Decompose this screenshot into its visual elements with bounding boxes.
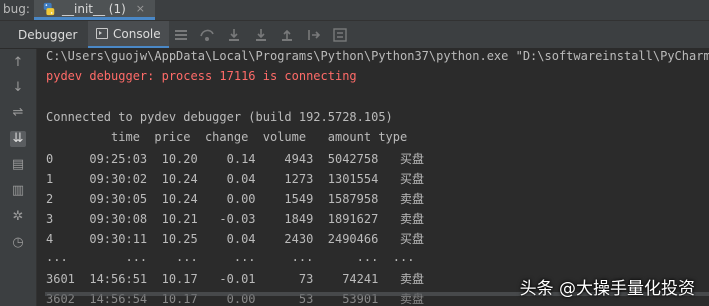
trash-icon[interactable]: ▥	[10, 183, 26, 199]
list-icon[interactable]	[173, 27, 189, 43]
watermark-text: 头条 @大操手量化投资	[519, 279, 695, 299]
print-icon[interactable]: ▤	[10, 157, 26, 173]
step-into-my-code-icon[interactable]	[253, 27, 269, 43]
settings-icon[interactable]: ✲	[10, 209, 26, 225]
table-row: 1 09:30:02 10.24 0.04 1273 1301554 买盘	[46, 172, 425, 186]
soft-wrap-icon[interactable]: ⇌	[10, 105, 26, 121]
table-row: 2 09:30:05 10.24 0.00 1549 1587958 卖盘	[46, 192, 425, 206]
console-line-connected: Connected to pydev debugger (build 192.5…	[46, 110, 393, 124]
table-row: 0 09:25:03 10.20 0.14 4943 5042758 买盘	[46, 152, 425, 166]
watermark: 头条 @大操手量化投资	[516, 272, 699, 301]
debug-toolbar: Debugger Console	[0, 21, 709, 49]
down-arrow-icon[interactable]: ↓	[10, 80, 26, 96]
console-line-command: C:\Users\guojw\AppData\Local\Programs\Py…	[46, 49, 709, 63]
table-ellipsis-row: ... ... ... ... ... ... ...	[46, 250, 415, 264]
python-icon	[43, 2, 55, 15]
console-line-debugger-status: pydev debugger: process 17116 is connect…	[46, 69, 357, 83]
console-output[interactable]: C:\Users\guojw\AppData\Local\Programs\Py…	[37, 49, 709, 306]
evaluate-icon[interactable]	[332, 27, 348, 43]
tab-console-label: Console	[113, 26, 161, 41]
close-icon[interactable]: ×	[136, 2, 145, 15]
scroll-to-end-icon[interactable]: ⇊	[10, 131, 26, 147]
table-header: time price change volume amount type	[46, 130, 408, 144]
tab-console[interactable]: Console	[88, 21, 169, 48]
tab-debugger[interactable]: Debugger	[8, 21, 87, 48]
console-gutter: ↑ ↓ ⇌ ⇊ ▤ ▥ ✲ ◷	[0, 49, 37, 306]
step-over-icon[interactable]	[199, 27, 215, 43]
step-out-icon[interactable]	[279, 27, 295, 43]
tab-debugger-label: Debugger	[18, 27, 78, 42]
history-icon[interactable]: ◷	[10, 235, 26, 251]
up-arrow-icon[interactable]: ↑	[10, 55, 26, 71]
table-row: 3601 14:56:51 10.17 -0.01 73 74241 卖盘	[46, 272, 425, 286]
run-tab-label: __init__ (1)	[62, 1, 126, 16]
table-row: 3 09:30:08 10.21 -0.03 1849 1891627 卖盘	[46, 212, 425, 226]
console-icon	[96, 28, 108, 39]
debug-window-label: bug:	[3, 2, 30, 16]
step-into-icon[interactable]	[226, 27, 242, 43]
run-to-cursor-icon[interactable]	[306, 27, 322, 43]
table-row: 4 09:30:11 10.25 0.04 2430 2490466 买盘	[46, 232, 425, 246]
top-tab-bar: bug: __init__ (1) ×	[0, 0, 709, 21]
run-config-tab[interactable]: __init__ (1) ×	[34, 0, 156, 20]
